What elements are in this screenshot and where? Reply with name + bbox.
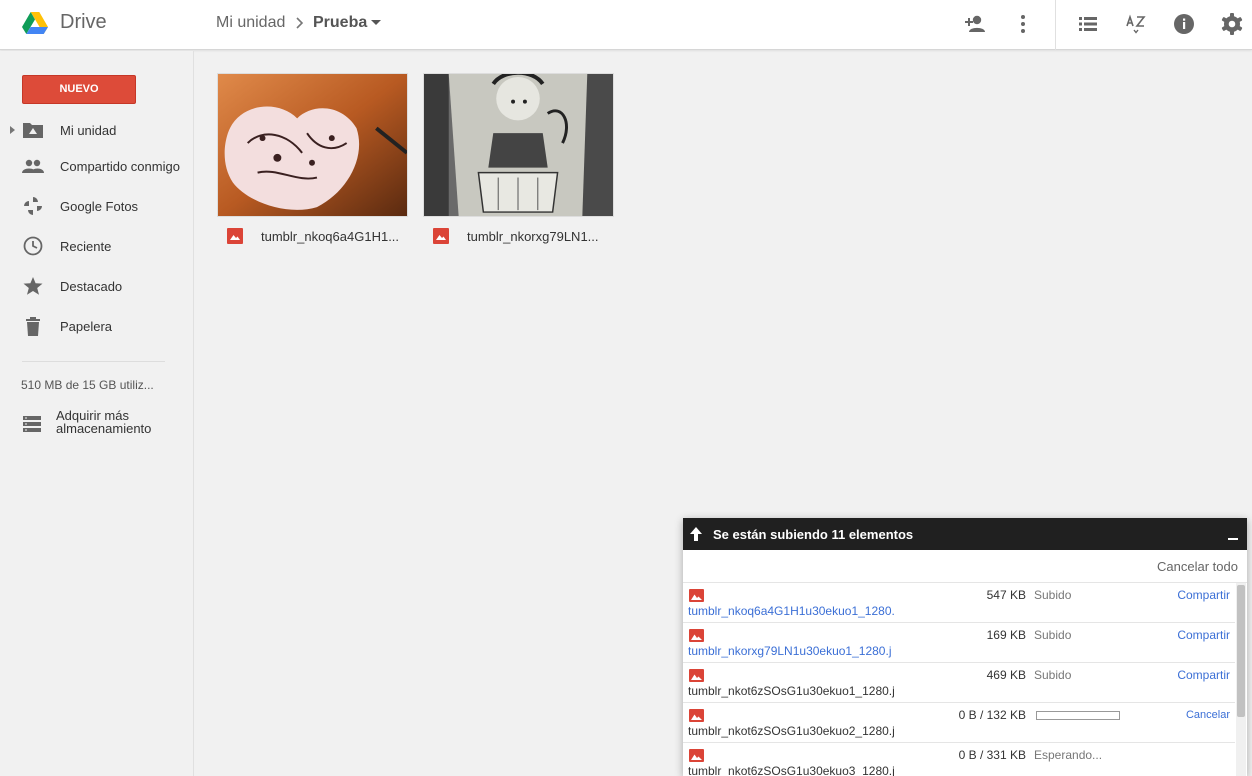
more-vert-icon[interactable] <box>1010 11 1036 37</box>
storage-usage[interactable]: 510 MB de 15 GB utiliz... <box>21 378 154 392</box>
file-card[interactable]: tumblr_nkorxg79LN1... <box>423 73 614 251</box>
sidebar-item-my-drive[interactable]: Mi unidad <box>0 115 194 145</box>
cancel-all-button[interactable]: Cancelar todo <box>1157 559 1238 574</box>
app-title[interactable]: Drive <box>60 11 107 34</box>
file-name[interactable]: tumblr_nkorxg79LN1... <box>467 229 599 244</box>
upload-status: Subido <box>1034 588 1072 602</box>
share-button[interactable]: Compartir <box>1177 628 1230 642</box>
upload-row: 169 KB Subido Compartir tumblr_nkorxg79L… <box>683 623 1235 663</box>
upload-file-name[interactable]: tumblr_nkoq6a4G1H1u30ekuo1_1280. <box>688 604 895 618</box>
sidebar-item-label: Reciente <box>60 239 112 254</box>
upload-panel: Se están subiendo 11 elementos Cancelar … <box>683 518 1247 776</box>
file-card[interactable]: tumblr_nkoq6a4G1H1... <box>217 73 408 251</box>
share-button[interactable]: Compartir <box>1177 588 1230 602</box>
breadcrumb-root[interactable]: Mi unidad <box>216 14 285 32</box>
cancel-upload-button[interactable]: Cancelar <box>1186 709 1230 721</box>
list-view-icon[interactable] <box>1075 11 1101 37</box>
image-file-icon <box>433 228 449 244</box>
file-thumbnail[interactable] <box>217 73 408 217</box>
image-file-icon <box>689 749 704 762</box>
image-file-icon <box>689 709 704 722</box>
breadcrumb-current[interactable]: Prueba <box>313 14 367 32</box>
drive-folder-icon <box>23 123 43 138</box>
people-icon <box>22 159 44 173</box>
new-button[interactable]: NUEVO <box>22 75 136 104</box>
sort-az-icon[interactable] <box>1123 11 1149 37</box>
sidebar-item-label: Destacado <box>60 279 123 294</box>
pinwheel-icon <box>24 197 42 215</box>
upload-row: 0 B / 331 KB Esperando... tumblr_nkot6zS… <box>683 743 1235 776</box>
info-icon[interactable] <box>1171 11 1197 37</box>
upload-panel-title: Se están subiendo 11 elementos <box>713 527 914 542</box>
sidebar-item-label: Papelera <box>60 319 113 334</box>
upload-row: 547 KB Subido Compartir tumblr_nkoq6a4G1… <box>683 583 1235 623</box>
sidebar-item-label: Mi unidad <box>60 123 117 138</box>
chevron-right-icon <box>296 17 304 29</box>
file-thumbnail[interactable] <box>423 73 614 217</box>
upload-size: 0 B / 331 KB <box>958 748 1026 762</box>
upload-file-name: tumblr_nkot6zSOsG1u30ekuo3_1280.j <box>688 764 895 776</box>
top-bar: Drive Mi unidad Prueba <box>0 0 1252 50</box>
upload-status: Subido <box>1034 628 1072 642</box>
upload-size: 169 KB <box>986 628 1026 642</box>
upload-file-name[interactable]: tumblr_nkorxg79LN1u30ekuo1_1280.j <box>688 644 891 658</box>
upload-scrollbar[interactable] <box>1236 583 1246 776</box>
sidebar-item-recent[interactable]: Reciente <box>0 231 194 261</box>
drive-logo-icon[interactable] <box>22 12 48 34</box>
file-name[interactable]: tumblr_nkoq6a4G1H1... <box>261 229 399 244</box>
cancel-all-row: Cancelar todo <box>683 550 1247 583</box>
upload-row: 469 KB Subido Compartir tumblr_nkot6zSOs… <box>683 663 1235 703</box>
sidebar-item-photos[interactable]: Google Fotos <box>0 191 194 221</box>
caret-down-icon[interactable] <box>371 20 381 25</box>
upload-size: 547 KB <box>986 588 1026 602</box>
sidebar-item-trash[interactable]: Papelera <box>0 311 194 341</box>
sidebar-item-label: Compartido conmigo <box>60 159 180 174</box>
upload-row: 0 B / 132 KB Cancelar tumblr_nkot6zSOsG1… <box>683 703 1235 743</box>
image-file-icon <box>689 669 704 682</box>
minimize-icon[interactable] <box>1228 538 1238 540</box>
sidebar: NUEVO Mi unidad Compartido conmigo Googl… <box>0 51 194 776</box>
upload-arrow-icon <box>690 527 702 541</box>
star-icon <box>23 277 43 295</box>
image-file-icon <box>689 589 704 602</box>
sidebar-item-label: Google Fotos <box>60 199 139 214</box>
image-file-icon <box>227 228 243 244</box>
upload-progress-bar <box>1036 711 1120 720</box>
upload-size: 0 B / 132 KB <box>958 708 1026 722</box>
upload-status: Subido <box>1034 668 1072 682</box>
upload-file-name: tumblr_nkot6zSOsG1u30ekuo2_1280.j <box>688 724 895 738</box>
storage-stack-icon <box>23 416 41 432</box>
upload-panel-header[interactable]: Se están subiendo 11 elementos <box>683 518 1247 550</box>
trash-icon <box>26 317 40 336</box>
image-file-icon <box>689 629 704 642</box>
upload-size: 469 KB <box>986 668 1026 682</box>
scrollbar-thumb[interactable] <box>1237 585 1245 717</box>
sidebar-item-starred[interactable]: Destacado <box>0 271 194 301</box>
share-button[interactable]: Compartir <box>1177 668 1230 682</box>
expand-arrow-icon[interactable] <box>10 126 15 134</box>
settings-icon[interactable] <box>1219 11 1245 37</box>
upload-file-name: tumblr_nkot6zSOsG1u30ekuo1_1280.j <box>688 684 895 698</box>
share-person-add-icon[interactable] <box>962 11 988 37</box>
buy-storage-link[interactable]: Adquirir más almacenamiento <box>56 409 176 435</box>
sidebar-divider <box>22 361 165 362</box>
sidebar-item-shared[interactable]: Compartido conmigo <box>0 151 194 181</box>
header-divider <box>1055 0 1056 50</box>
clock-icon <box>23 236 43 256</box>
upload-status: Esperando... <box>1034 748 1103 762</box>
